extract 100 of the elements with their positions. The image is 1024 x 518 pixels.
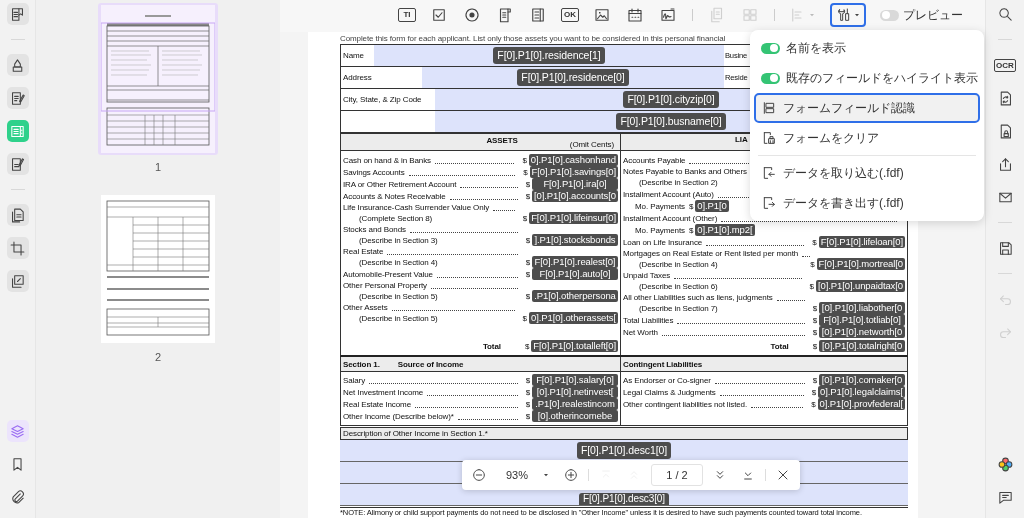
toggle-switch[interactable] bbox=[761, 42, 780, 54]
row-label: Other Personal Property bbox=[343, 280, 427, 291]
row-label: Total bbox=[770, 341, 789, 352]
pages-icon bbox=[9, 206, 26, 224]
field-name-tag: F[0].P1[0].desc1[0] bbox=[576, 442, 672, 459]
field-name-tag[interactable]: F[0].P1[0].totliab[0] bbox=[819, 314, 905, 326]
push-button-button[interactable]: OK bbox=[561, 8, 579, 22]
layers-icon bbox=[9, 422, 26, 440]
batch-button[interactable] bbox=[6, 270, 29, 292]
wrench-screwdriver-icon bbox=[835, 7, 852, 23]
signature-icon bbox=[659, 6, 677, 24]
field-name-tag[interactable]: 0].P1[0].cashonhand bbox=[528, 154, 618, 166]
field-name-tag[interactable]: .P1[0].otherpersona bbox=[532, 290, 618, 302]
row-note: (Describe in Section 7) bbox=[638, 303, 719, 314]
field-name-tag[interactable]: [0].P1[0].netinvest[ bbox=[532, 386, 618, 398]
field-name-tag[interactable]: [0].P1[0].accounts[0 bbox=[532, 190, 618, 202]
preview-toggle[interactable] bbox=[880, 9, 899, 21]
search-icon bbox=[996, 5, 1014, 23]
text-field-button[interactable]: TI bbox=[398, 8, 416, 22]
row-label: Other Income (Describe below)* bbox=[343, 411, 454, 422]
row-note: (Describe in Section 3) bbox=[358, 235, 439, 246]
field-name-tag[interactable]: F[0].P1[0].lifeinsur[0] bbox=[529, 212, 618, 224]
currency-sign: $ bbox=[522, 213, 528, 224]
currency-sign: $ bbox=[812, 303, 817, 314]
form-field[interactable]: F[0].P1[0].desc1[0] bbox=[340, 440, 908, 462]
field-name-tag[interactable]: [0].otherincomebe bbox=[532, 410, 618, 422]
menu-item[interactable]: データを書き出す(.fdf) bbox=[754, 188, 980, 218]
field-label: Address bbox=[342, 72, 373, 84]
form-field[interactable]: F[0].P1[0].residence[0] bbox=[422, 67, 724, 88]
row-note: (Describe in Section 5) bbox=[358, 291, 439, 302]
currency-sign: $ bbox=[810, 259, 815, 270]
form-tools-button[interactable] bbox=[830, 3, 866, 27]
field-name-tag[interactable]: [0].P1[0].unpaidtax[0 bbox=[815, 280, 905, 292]
currency-sign: $ bbox=[525, 411, 530, 422]
page-number-field[interactable]: 1 / 2 bbox=[651, 464, 703, 486]
currency-sign: $ bbox=[525, 399, 530, 410]
row-label: Installment Account (Auto) bbox=[623, 189, 714, 200]
field-name-tag[interactable]: 0].P1[0].legalclaims[ bbox=[818, 386, 905, 398]
currency-sign: $ bbox=[523, 167, 528, 178]
menu-item[interactable]: データを取り込む(.fdf) bbox=[754, 158, 980, 188]
field-label: City, State, & Zip Code bbox=[342, 94, 423, 106]
field-name-tag[interactable]: 0].P1[0].otherassets[ bbox=[528, 312, 618, 324]
field-name-tag[interactable]: .P1[0].realestincom bbox=[532, 398, 618, 410]
field-name-tag[interactable]: F[0].P1[0].savings[0] bbox=[529, 166, 618, 178]
field-name-tag: F[0].P1[0].busname[0] bbox=[616, 113, 726, 130]
field-name-tag[interactable]: [0].P1[0].liabother[0 bbox=[819, 302, 905, 314]
row-label: Unpaid Taxes bbox=[623, 270, 671, 281]
toggle-switch[interactable] bbox=[761, 72, 780, 84]
field-name-tag[interactable]: F[0].P1[0].auto[0] bbox=[532, 268, 618, 280]
row-note: (Describe in Section 4) bbox=[638, 259, 719, 270]
field-name-tag[interactable]: [0].P1[0].totalright[0 bbox=[819, 340, 905, 352]
field-name-tag[interactable]: F[0].P1[0].mortreal[0 bbox=[816, 258, 905, 270]
export-data-icon bbox=[761, 195, 777, 211]
row-label: Total Liabilities bbox=[623, 315, 674, 326]
field-name-tag[interactable]: F[0].P1[0].lifeloan[0] bbox=[818, 236, 905, 248]
field-name-tag[interactable]: 0].P1[0].mp2[ bbox=[695, 224, 755, 236]
row-label: Mo. Payments bbox=[635, 225, 685, 236]
pages-button[interactable] bbox=[6, 204, 29, 226]
currency-sign: $ bbox=[812, 315, 817, 326]
field-name-tag[interactable]: [0].P1[0].comaker[0 bbox=[819, 374, 905, 386]
section-title: Contingent Liabilities bbox=[623, 358, 703, 370]
layers-button[interactable] bbox=[6, 420, 29, 442]
reader-button[interactable] bbox=[6, 3, 29, 25]
row-label: Installment Account (Other) bbox=[623, 213, 718, 224]
page-number: 2 bbox=[154, 351, 162, 363]
zoom-level-dropdown[interactable]: 93% bbox=[496, 464, 555, 486]
row-label: Mortgages on Real Estate or Rent listed per month bbox=[623, 248, 799, 259]
currency-sign: $ bbox=[809, 281, 814, 292]
field-label: Name bbox=[342, 50, 365, 62]
currency-sign: $ bbox=[525, 291, 530, 302]
field-name-tag[interactable]: F[0].P1[0].salary[0] bbox=[532, 374, 618, 386]
field-name-tag[interactable]: [0].P1[0].networth[0 bbox=[819, 326, 905, 338]
page-number: 1 bbox=[154, 161, 162, 173]
caret-icon bbox=[807, 11, 816, 19]
edit-button[interactable] bbox=[6, 87, 29, 109]
image-icon bbox=[593, 6, 611, 24]
form-field[interactable]: F[0].P1[0].residence[1] bbox=[374, 45, 724, 66]
sign-button[interactable] bbox=[6, 153, 29, 175]
row-label: Net Investment Income bbox=[343, 387, 424, 398]
currency-sign: $ bbox=[688, 201, 694, 212]
currency-sign: $ bbox=[525, 191, 530, 202]
sign-document-icon bbox=[9, 155, 26, 173]
field-name-tag[interactable]: F[0].P1[0].totalleft[0] bbox=[531, 340, 618, 352]
field-name-tag[interactable]: 0].P1[0 bbox=[695, 200, 729, 212]
book-icon bbox=[9, 5, 26, 23]
field-name-tag[interactable]: F[0].P1[0].realest[0] bbox=[532, 256, 618, 268]
crop-icon bbox=[9, 239, 26, 257]
row-label: Accounts & Notes Receivable bbox=[343, 191, 446, 202]
import-data-icon bbox=[761, 165, 777, 181]
instruction-text: Complete this form for each applicant. List only those assets you want to be considered in this personal financial bbox=[340, 33, 727, 44]
field-name-tag[interactable]: F[0].P1[0].ira[0] bbox=[532, 178, 618, 190]
highlighter-button[interactable] bbox=[6, 54, 29, 76]
menu-item[interactable]: フォームフィールド認識 bbox=[754, 93, 980, 123]
field-name-tag[interactable]: 0].P1[0].provfederal[ bbox=[817, 398, 905, 410]
row-label: Cash on hand & in Banks bbox=[343, 155, 431, 166]
field-name-tag[interactable]: ].P1[0].stocksbonds bbox=[532, 234, 618, 246]
currency-sign: $ bbox=[525, 375, 530, 386]
field-name-tag: F[0].P1[0].cityzip[0] bbox=[623, 91, 719, 108]
combo-box-icon bbox=[529, 6, 547, 24]
crop-button[interactable] bbox=[6, 237, 29, 259]
